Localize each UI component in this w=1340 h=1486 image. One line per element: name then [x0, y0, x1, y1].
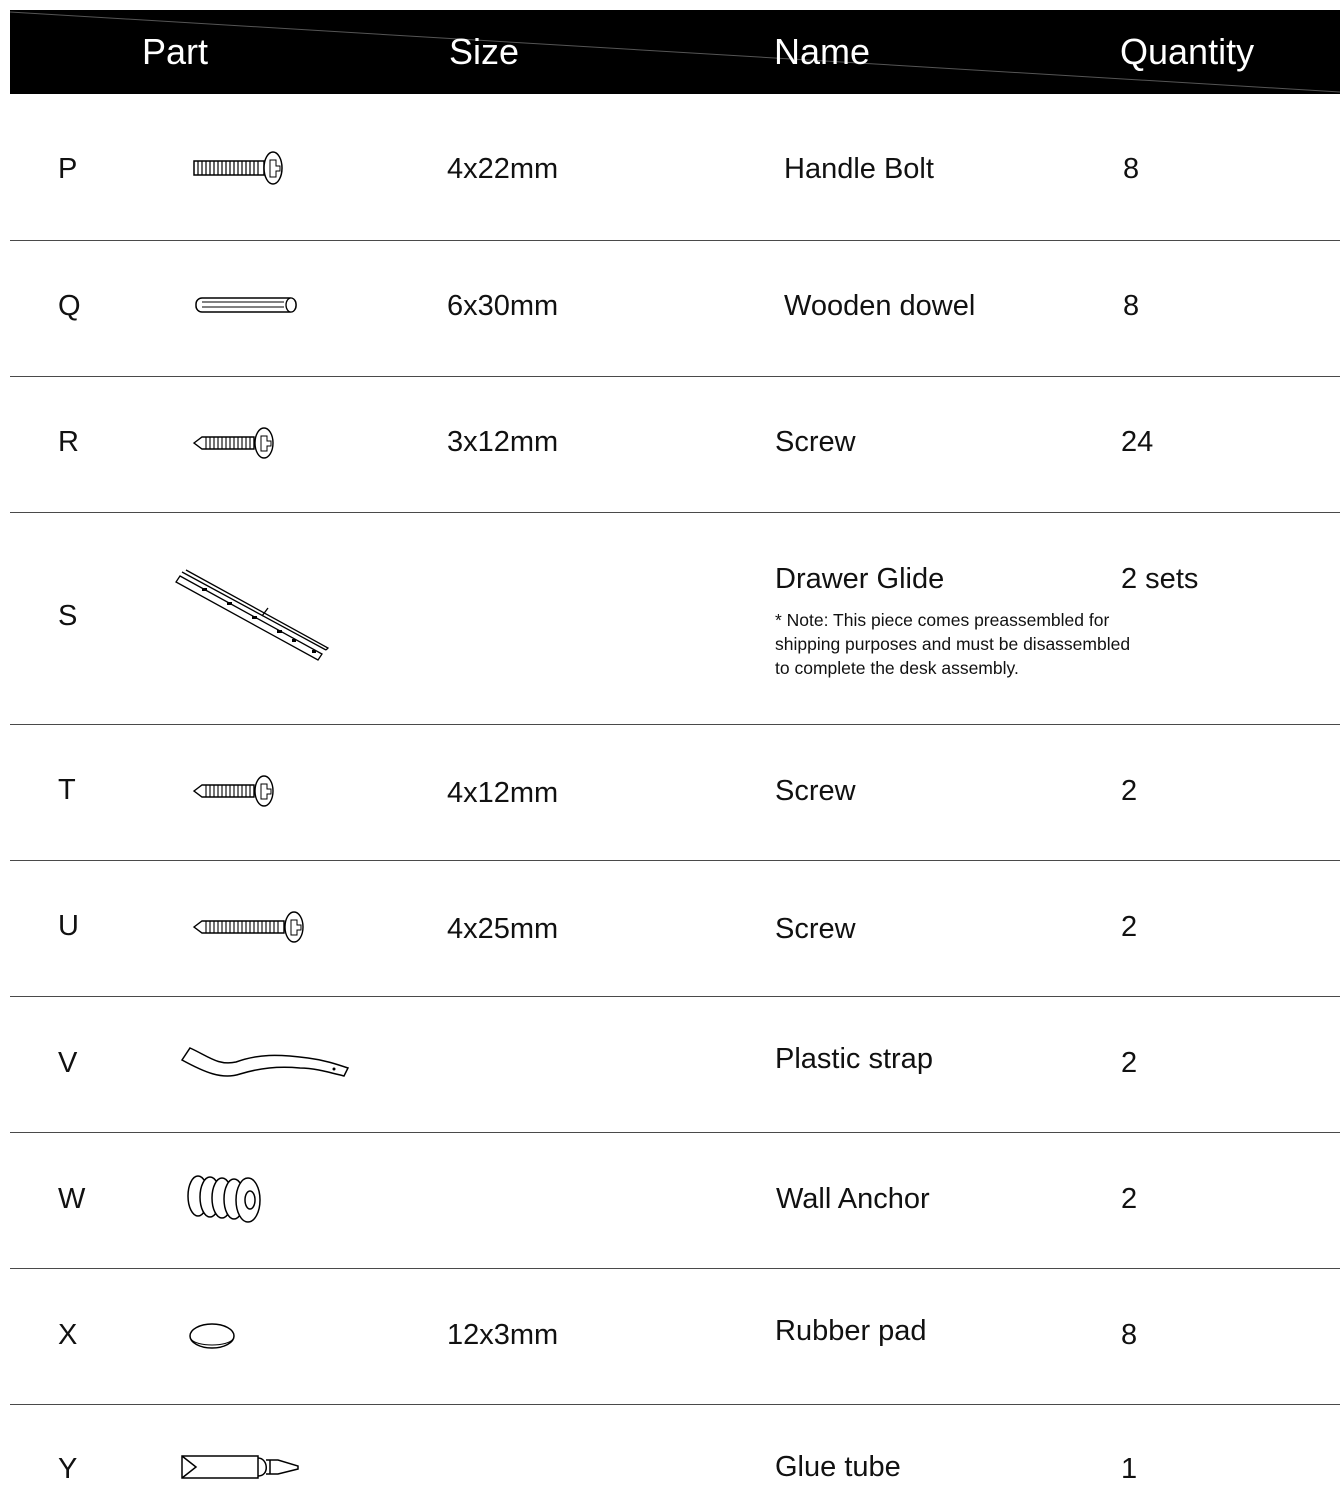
part-size: 4x22mm: [447, 153, 559, 185]
note-line: shipping purposes and must be disassembl…: [775, 634, 1131, 654]
part-name: Screw: [775, 913, 856, 945]
part-size: 12x3mm: [447, 1319, 559, 1351]
part-quantity: 8: [1121, 1319, 1138, 1351]
note-line: * Note: This piece comes preassembled fo…: [775, 610, 1110, 630]
part-quantity: 2 sets: [1121, 563, 1199, 595]
header-part: Part: [142, 31, 209, 72]
part-letter: V: [58, 1047, 78, 1079]
table-row: X 12x3mm Rubber pad 8: [10, 1268, 1340, 1405]
part-quantity: 2: [1121, 1183, 1138, 1215]
rubber-pad-icon: [189, 1323, 235, 1349]
part-letter: Q: [58, 290, 81, 322]
part-name: Drawer Glide: [775, 563, 945, 595]
long-screw-icon: [192, 911, 304, 943]
part-quantity: 2: [1121, 1047, 1138, 1079]
glue-tube-icon: [181, 1455, 299, 1479]
part-size: 4x25mm: [447, 913, 559, 945]
part-name: Wooden dowel: [784, 290, 976, 322]
table-row: R 3x12mm Screw 24: [10, 376, 1340, 513]
part-letter: P: [58, 153, 78, 185]
part-letter: Y: [58, 1453, 78, 1485]
part-name: Plastic strap: [775, 1043, 933, 1075]
table-row: S Drawer Glide 2 sets * Note: This piece…: [10, 512, 1340, 725]
table-row: T 4x12mm Screw 2: [10, 724, 1340, 861]
part-name: Rubber pad: [775, 1315, 927, 1347]
part-name: Handle Bolt: [784, 153, 934, 185]
drawer-glide-icon: [175, 569, 330, 661]
table-header: Part Size Name Quantity: [10, 10, 1340, 94]
part-quantity: 8: [1123, 153, 1140, 185]
assembly-note: * Note: This piece comes preassembled fo…: [775, 608, 1130, 680]
part-quantity: 8: [1123, 290, 1140, 322]
part-size: 4x12mm: [447, 777, 559, 809]
part-name: Glue tube: [775, 1451, 901, 1483]
table-row: W Wall Anchor 2: [10, 1132, 1340, 1269]
part-letter: T: [58, 774, 76, 806]
header-quantity: Quantity: [1120, 31, 1255, 72]
part-quantity: 2: [1121, 775, 1138, 807]
table-row: P 4x22mm Handle Bolt 8: [10, 94, 1340, 241]
note-line: to complete the desk assembly.: [775, 658, 1019, 678]
part-name: Screw: [775, 775, 856, 807]
screw-icon: [192, 427, 274, 459]
part-letter: S: [58, 600, 78, 632]
wall-anchor-icon: [187, 1175, 261, 1223]
part-letter: R: [58, 426, 79, 458]
table-row: Q 6x30mm Wooden dowel 8: [10, 240, 1340, 377]
part-letter: W: [58, 1183, 86, 1215]
part-quantity: 24: [1121, 426, 1154, 458]
part-quantity: 2: [1121, 911, 1138, 943]
part-letter: U: [58, 910, 79, 942]
header-size: Size: [449, 31, 520, 72]
dowel-icon: [195, 297, 297, 313]
table-row: U 4x25mm Screw 2: [10, 860, 1340, 997]
part-size: 6x30mm: [447, 290, 559, 322]
part-size: 3x12mm: [447, 426, 559, 458]
screw-icon: [192, 775, 274, 807]
part-letter: X: [58, 1319, 78, 1351]
part-name: Wall Anchor: [776, 1183, 930, 1215]
table-row: V Plastic strap 2: [10, 996, 1340, 1133]
part-name: Screw: [775, 426, 856, 458]
bolt-icon: [193, 151, 283, 185]
header-name: Name: [774, 31, 871, 72]
part-quantity: 1: [1121, 1453, 1138, 1485]
table-row: Y Glue tube 1: [10, 1404, 1340, 1486]
plastic-strap-icon: [180, 1047, 350, 1077]
